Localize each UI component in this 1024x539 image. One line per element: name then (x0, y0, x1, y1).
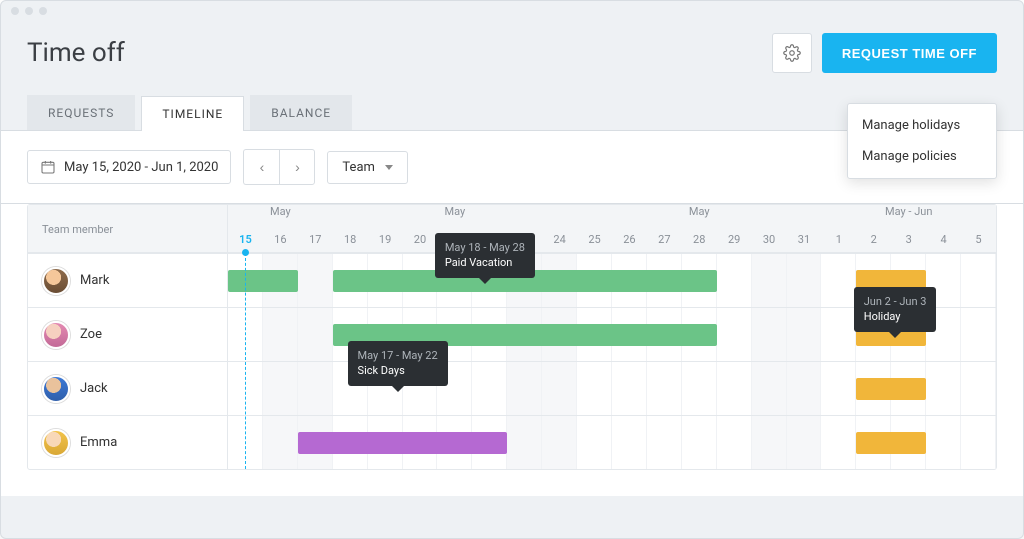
avatar (42, 267, 70, 295)
member-cell: Mark (28, 254, 228, 307)
day-label: 28 (682, 225, 717, 253)
timeoff-bar[interactable] (856, 432, 926, 454)
timeline-grid: Team member MayMayMayMay - Jun 151617181… (27, 204, 997, 470)
day-label: 25 (577, 225, 612, 253)
day-label: 20 (403, 225, 438, 253)
timeline-track (228, 416, 996, 469)
day-label: 30 (752, 225, 787, 253)
tooltip: May 18 - May 28Paid Vacation (435, 233, 535, 278)
tooltip: Jun 2 - Jun 3Holiday (854, 287, 937, 332)
member-cell: Jack (28, 362, 228, 415)
day-label: 5 (961, 225, 996, 253)
timeoff-bar[interactable] (856, 378, 926, 400)
chevron-down-icon (385, 165, 393, 170)
team-filter-label: Team (342, 160, 375, 175)
day-label: 19 (368, 225, 403, 253)
tooltip-range: May 18 - May 28 (445, 240, 525, 255)
tab-balance[interactable]: BALANCE (250, 95, 352, 130)
day-label: 16 (263, 225, 298, 253)
member-cell: Emma (28, 416, 228, 469)
member-name: Emma (80, 435, 117, 450)
timeline: Team member MayMayMayMay - Jun 151617181… (1, 204, 1023, 496)
tooltip-caret-icon (889, 332, 901, 338)
member-cell: Zoe (28, 308, 228, 361)
tooltip-label: Paid Vacation (445, 256, 513, 269)
table-row: Zoe (28, 307, 996, 361)
tab-timeline[interactable]: TIMELINE (141, 96, 244, 131)
gear-icon (783, 44, 801, 62)
request-time-off-button[interactable]: REQUEST TIME OFF (822, 33, 997, 73)
settings-dropdown: Manage holidays Manage policies (847, 103, 997, 179)
menu-item-manage-policies[interactable]: Manage policies (848, 141, 996, 172)
tooltip-range: Jun 2 - Jun 3 (864, 294, 927, 309)
menu-item-manage-holidays[interactable]: Manage holidays (848, 110, 996, 141)
day-label: 29 (717, 225, 752, 253)
table-row: Jack (28, 361, 996, 415)
timeoff-bar[interactable] (228, 270, 298, 292)
tab-requests[interactable]: REQUESTS (27, 95, 135, 130)
day-label: 27 (647, 225, 682, 253)
days-column-header: MayMayMayMay - Jun 151617181920212223242… (228, 205, 996, 252)
tooltip-caret-icon (479, 278, 491, 284)
page-title: Time off (27, 38, 772, 68)
day-label: 1 (821, 225, 856, 253)
window-dot (25, 7, 33, 15)
page-header: Time off REQUEST TIME OFF (1, 19, 1023, 95)
today-line (245, 253, 246, 469)
name-column-header: Team member (28, 205, 228, 252)
day-label: 31 (787, 225, 822, 253)
tooltip-label: Holiday (864, 310, 901, 323)
chevron-right-icon: › (295, 159, 300, 175)
timeline-rows: Mark Zoe Jack Emma (28, 253, 996, 469)
member-name: Zoe (80, 327, 102, 342)
month-label: May (333, 205, 577, 225)
avatar (42, 429, 70, 457)
member-name: Mark (80, 273, 109, 288)
month-label: May - Jun (821, 205, 996, 225)
day-label: 17 (298, 225, 333, 253)
day-label: 24 (542, 225, 577, 253)
chevron-left-icon: ‹ (260, 159, 265, 175)
app-window: Time off REQUEST TIME OFF Manage holiday… (0, 0, 1024, 539)
month-label: May (228, 205, 333, 225)
member-name: Jack (80, 381, 108, 396)
avatar (42, 321, 70, 349)
date-range-picker[interactable]: May 15, 2020 - Jun 1, 2020 (27, 150, 231, 184)
window-dot (11, 7, 19, 15)
next-button[interactable]: › (279, 149, 315, 185)
window-titlebar (1, 1, 1023, 19)
day-label: 3 (891, 225, 926, 253)
table-row: Emma (28, 415, 996, 469)
timeoff-bar[interactable] (298, 432, 507, 454)
calendar-icon (40, 159, 56, 175)
tooltip-caret-icon (392, 386, 404, 392)
timeline-track (228, 362, 996, 415)
team-filter-select[interactable]: Team (327, 151, 408, 184)
prev-button[interactable]: ‹ (243, 149, 279, 185)
tooltip: May 17 - May 22Sick Days (348, 341, 448, 386)
month-label: May (577, 205, 821, 225)
day-label: 26 (612, 225, 647, 253)
day-label: 18 (333, 225, 368, 253)
day-label: 4 (926, 225, 961, 253)
window-dot (39, 7, 47, 15)
avatar (42, 375, 70, 403)
day-label: 2 (856, 225, 891, 253)
settings-button[interactable] (772, 33, 812, 73)
date-range-label: May 15, 2020 - Jun 1, 2020 (64, 160, 218, 175)
tooltip-label: Sick Days (358, 364, 405, 377)
date-pager: ‹ › (243, 149, 315, 185)
tooltip-range: May 17 - May 22 (358, 348, 438, 363)
